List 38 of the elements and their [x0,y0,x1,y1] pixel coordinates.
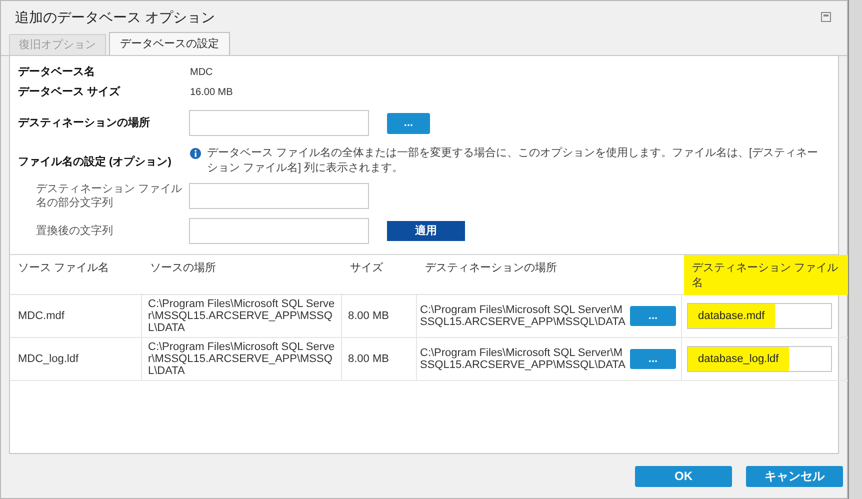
table-cell: C:\Program Files\Microsoft SQL Server\MSSQL15.ARCSERVE_APP\MSSQL\DATA [148,341,335,377]
substring-field[interactable] [189,183,369,209]
field-label: デスティネーションの場所 [18,116,151,131]
table-cell-text: MDC_log.ldf [18,352,79,367]
dialog-button[interactable]: OK [635,466,732,486]
column-header: デスティネーションの場所 [424,261,557,276]
column-header: サイズ [349,261,383,276]
tab[interactable]: 復旧オプション [9,34,106,55]
column-header: ソースの場所 [149,261,216,276]
field-value: MDC [190,66,213,80]
field-label: ファイル名の設定 (オプション) [18,154,172,170]
dialog-button[interactable]: キャンセル [746,466,843,486]
table-cell: C:\Program Files\Microsoft SQL Server\MSSQL15.ARCSERVE_APP\MSSQL\DATA [420,347,626,371]
info-text: データベース ファイル名の全体または一部を変更する場合に、このオプションを使用します。ファイル名は、[デスティネーション ファイル名] 列に表示されます。 [207,146,820,176]
browse-button[interactable]: ... [387,112,430,134]
table-cell: C:\Program Files\Microsoft SQL Server\MSSQL15.ARCSERVE_APP\MSSQL\DATA [148,298,335,334]
destination-field[interactable] [189,110,369,136]
field-label: データベース名 [18,64,96,80]
input-field[interactable]: database.mdf [687,303,832,329]
field-label: デスティネーション ファイル名の部分文字列 [35,182,184,210]
info-icon [190,148,201,159]
browse-button[interactable]: ... [630,349,676,369]
restore-icon[interactable] [821,12,831,22]
field-label: データベース サイズ [18,84,122,100]
browse-button[interactable]: ... [630,306,676,326]
tab[interactable]: データベースの設定 [109,32,230,55]
field-value: 16.00 MB [190,86,233,100]
table-cell-text: 8.00 MB [348,352,389,367]
table-cell: C:\Program Files\Microsoft SQL Server\MSSQL15.ARCSERVE_APP\MSSQL\DATA [420,304,626,328]
table-cell-text: MDC.mdf [18,308,64,324]
input-field[interactable]: database_log.ldf [687,346,832,372]
window-title: 追加のデータベース オプション [15,8,215,26]
field-label: 置換後の文字列 [35,224,114,239]
replacement-field[interactable] [189,218,369,244]
table-cell-text: 8.00 MB [348,308,389,324]
apply-button[interactable]: 適用 [387,221,465,241]
column-header: デスティネーション ファイル名 [684,255,848,295]
column-header: ソース ファイル名 [17,261,110,276]
